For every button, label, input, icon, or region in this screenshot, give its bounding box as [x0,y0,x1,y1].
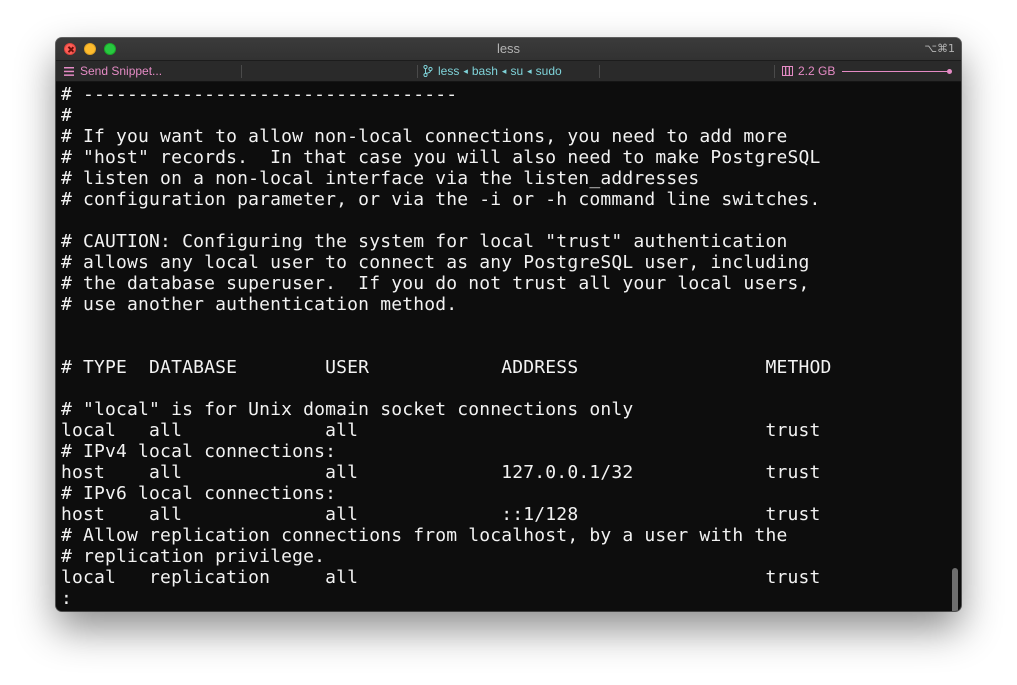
terminal-line: # the database superuser. If you do not … [61,273,810,294]
git-branch-icon [423,65,433,77]
terminal-line: host all all ::1/128 trust [61,504,821,525]
path-item-bash: bash [471,64,498,78]
terminal-line: # replication privilege. [61,546,326,567]
memory-graph-marker [947,69,952,74]
terminal-line: # "local" is for Unix domain socket conn… [61,399,634,420]
status-divider [241,65,242,78]
less-pager-text: # ---------------------------------- # #… [61,84,831,609]
terminal-line: local all all trust [61,420,821,441]
memory-component[interactable]: 2.2 GB [782,64,835,78]
status-divider [774,65,775,78]
snippet-icon [64,66,74,76]
terminal-line: # TYPE DATABASE USER ADDRESS METHOD [61,357,832,378]
window-shortcut: ⌥⌘1 [924,42,955,55]
send-snippet-label: Send Snippet... [80,64,163,78]
memory-icon [782,66,793,76]
path-separator-icon: ◂ [527,65,532,76]
status-divider [599,65,600,78]
terminal-line: # allows any local user to connect as an… [61,252,810,273]
path-item-su: su [510,64,524,78]
memory-graph [842,71,950,72]
terminal-window: less ⌥⌘1 Send Snippet... less ◂ bash ◂ s… [56,38,961,611]
terminal-line: : [61,588,73,609]
status-divider [417,65,418,78]
terminal-line: host all all 127.0.0.1/32 trust [61,462,821,483]
terminal-line: # configuration parameter, or via the -i… [61,189,821,210]
terminal-line: # IPv6 local connections: [61,483,337,504]
terminal-line: # If you want to allow non-local connect… [61,126,788,147]
status-bar: Send Snippet... less ◂ bash ◂ su ◂ sudo [56,61,961,82]
memory-value: 2.2 GB [798,64,836,78]
terminal-line: # listen on a non-local interface via th… [61,168,700,189]
terminal-line: # CAUTION: Configuring the system for lo… [61,231,788,252]
path-separator-icon: ◂ [463,65,468,76]
terminal-scrollbar[interactable] [952,568,958,611]
terminal-line: # use another authentication method. [61,294,458,315]
terminal-line: # Allow replication connections from loc… [61,525,788,546]
path-item-sudo: sudo [535,64,562,78]
job-name: less [438,64,460,78]
terminal-line: # [61,105,73,126]
title-bar: less ⌥⌘1 [56,38,961,61]
send-snippet-button[interactable]: Send Snippet... [64,64,162,78]
terminal-output[interactable]: # ---------------------------------- # #… [56,82,961,611]
job-path-component[interactable]: less ◂ bash ◂ su ◂ sudo [423,64,562,78]
terminal-line: local replication all trust [61,567,821,588]
path-separator-icon: ◂ [501,65,507,76]
terminal-line: # IPv4 local connections: [61,441,337,462]
terminal-line: # "host" records. In that case you will … [61,147,821,168]
terminal-line: # ---------------------------------- [61,84,458,105]
window-title: less [496,41,521,56]
